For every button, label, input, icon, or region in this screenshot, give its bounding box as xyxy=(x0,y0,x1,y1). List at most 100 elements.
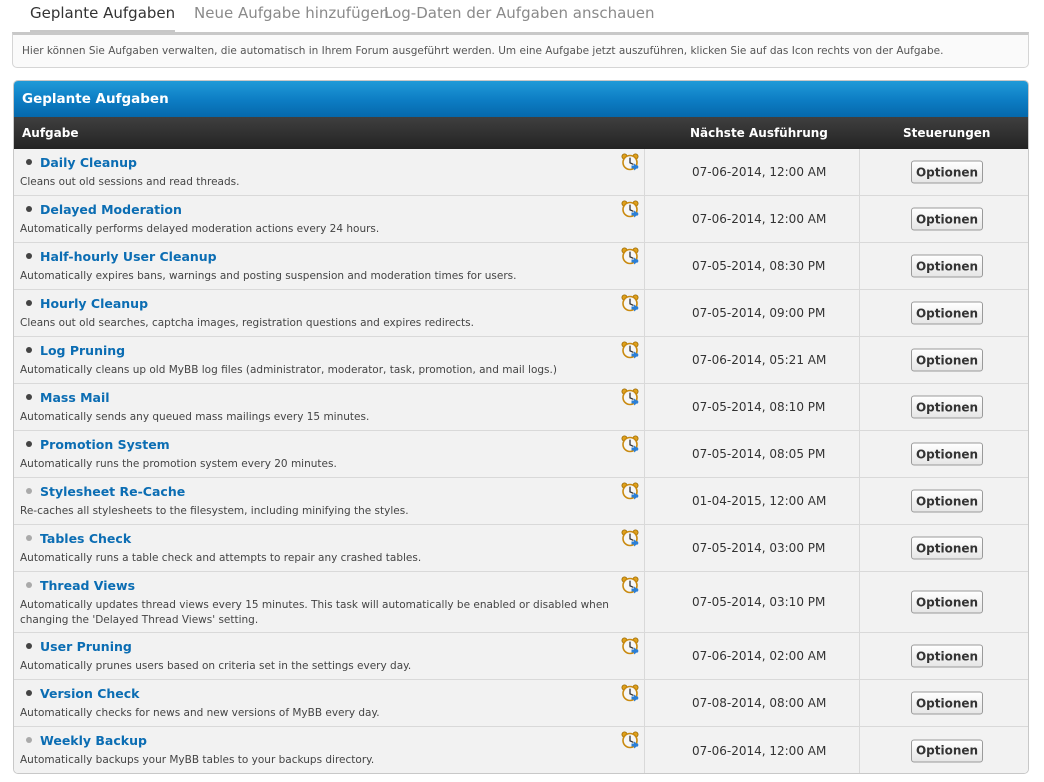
table-header: Aufgabe Nächste Ausführung Steuerungen xyxy=(14,117,1028,149)
task-cell: Stylesheet Re-Cache Re-caches all stylesh… xyxy=(14,478,645,524)
task-name-link[interactable]: Log Pruning xyxy=(40,343,125,358)
task-name-link[interactable]: Stylesheet Re-Cache xyxy=(40,484,185,499)
task-row: Half-hourly User Cleanup Automatically ex… xyxy=(14,243,1028,290)
task-name-link[interactable]: Tables Check xyxy=(40,531,131,546)
task-description: Automatically sends any queued mass mail… xyxy=(20,411,370,423)
options-button[interactable]: Optionen xyxy=(911,590,983,614)
controls-cell: Optionen xyxy=(861,384,1028,430)
next-run-date: 07-06-2014, 05:21 AM xyxy=(692,353,827,367)
controls-cell: Optionen xyxy=(861,633,1028,679)
task-row: Delayed Moderation Automatically performs… xyxy=(14,196,1028,243)
next-run-date: 07-05-2014, 03:10 PM xyxy=(692,595,826,609)
run-task-now-icon[interactable] xyxy=(621,731,639,749)
task-description: Automatically runs a table check and att… xyxy=(20,552,422,564)
controls-cell: Optionen xyxy=(861,680,1028,726)
task-row: Log Pruning Automatically cleans up old M… xyxy=(14,337,1028,384)
task-name-link[interactable]: Thread Views xyxy=(40,578,135,593)
options-button[interactable]: Optionen xyxy=(911,442,983,466)
run-task-now-icon[interactable] xyxy=(621,637,639,655)
task-description: Automatically backups your MyBB tables t… xyxy=(20,754,375,766)
panel-title: Geplante Aufgaben xyxy=(14,81,1028,117)
next-run-date: 07-05-2014, 03:00 PM xyxy=(692,541,826,555)
info-text: Hier können Sie Aufgaben verwalten, die … xyxy=(22,45,944,57)
task-name-link[interactable]: Daily Cleanup xyxy=(40,155,137,170)
options-button[interactable]: Optionen xyxy=(911,739,983,762)
controls-cell: Optionen xyxy=(861,525,1028,571)
options-button[interactable]: Optionen xyxy=(911,301,983,325)
options-button[interactable]: Optionen xyxy=(911,691,983,715)
info-box: Hier können Sie Aufgaben verwalten, die … xyxy=(12,32,1029,68)
task-name-link[interactable]: Promotion System xyxy=(40,437,170,452)
next-run-cell: 01-04-2015, 12:00 AM xyxy=(646,478,860,524)
options-button[interactable]: Optionen xyxy=(911,348,983,372)
run-task-now-icon[interactable] xyxy=(621,153,639,171)
next-run-date: 01-04-2015, 12:00 AM xyxy=(692,494,827,508)
tab-scheduled-tasks[interactable]: Geplante Aufgaben xyxy=(30,4,176,33)
task-description: Automatically runs the promotion system … xyxy=(20,458,337,470)
next-run-cell: 07-06-2014, 12:00 AM xyxy=(646,196,860,242)
controls-cell: Optionen xyxy=(861,478,1028,524)
status-bullet-icon xyxy=(26,737,32,743)
task-cell: Promotion System Automatically runs the p… xyxy=(14,431,645,477)
options-button[interactable]: Optionen xyxy=(911,254,983,278)
task-row: Tables Check Automatically runs a table c… xyxy=(14,525,1028,572)
controls-cell: Optionen xyxy=(861,290,1028,336)
task-name-link[interactable]: Version Check xyxy=(40,686,139,701)
task-name-link[interactable]: Weekly Backup xyxy=(40,733,147,748)
task-description: Automatically prunes users based on crit… xyxy=(20,660,412,672)
options-button[interactable]: Optionen xyxy=(911,160,983,184)
next-run-date: 07-05-2014, 09:00 PM xyxy=(692,306,826,320)
task-row: Weekly Backup Automatically backups your … xyxy=(14,727,1028,773)
next-run-cell: 07-06-2014, 02:00 AM xyxy=(646,633,860,679)
task-row: Stylesheet Re-Cache Re-caches all stylesh… xyxy=(14,478,1028,525)
options-button[interactable]: Optionen xyxy=(911,536,983,560)
status-bullet-icon xyxy=(26,582,32,588)
task-cell: User Pruning Automatically prunes users b… xyxy=(14,633,645,679)
controls-cell: Optionen xyxy=(861,243,1028,289)
options-button[interactable]: Optionen xyxy=(911,489,983,513)
status-bullet-icon xyxy=(26,394,32,400)
options-button[interactable]: Optionen xyxy=(911,395,983,419)
column-header-controls: Steuerungen xyxy=(903,126,991,140)
next-run-cell: 07-05-2014, 08:30 PM xyxy=(646,243,860,289)
status-bullet-icon xyxy=(26,206,32,212)
task-cell: Thread Views Automatically updates thread… xyxy=(14,572,645,632)
task-row: User Pruning Automatically prunes users b… xyxy=(14,633,1028,680)
status-bullet-icon xyxy=(26,300,32,306)
run-task-now-icon[interactable] xyxy=(621,294,639,312)
options-button[interactable]: Optionen xyxy=(911,644,983,668)
task-description: Automatically expires bans, warnings and… xyxy=(20,270,517,282)
tab-add-new-task[interactable]: Neue Aufgabe hinzufügen xyxy=(194,4,389,22)
task-name-link[interactable]: Delayed Moderation xyxy=(40,202,182,217)
run-task-now-icon[interactable] xyxy=(621,529,639,547)
task-name-link[interactable]: Hourly Cleanup xyxy=(40,296,148,311)
run-task-now-icon[interactable] xyxy=(621,435,639,453)
run-task-now-icon[interactable] xyxy=(621,200,639,218)
status-bullet-icon xyxy=(26,347,32,353)
next-run-date: 07-06-2014, 02:00 AM xyxy=(692,649,827,663)
task-cell: Half-hourly User Cleanup Automatically ex… xyxy=(14,243,645,289)
next-run-cell: 07-05-2014, 08:10 PM xyxy=(646,384,860,430)
task-cell: Weekly Backup Automatically backups your … xyxy=(14,727,645,773)
run-task-now-icon[interactable] xyxy=(621,341,639,359)
task-row: Promotion System Automatically runs the p… xyxy=(14,431,1028,478)
task-name-link[interactable]: Half-hourly User Cleanup xyxy=(40,249,217,264)
next-run-date: 07-06-2014, 12:00 AM xyxy=(692,743,827,758)
task-description: Cleans out old searches, captcha images,… xyxy=(20,317,474,329)
run-task-now-icon[interactable] xyxy=(621,576,639,594)
tab-bar: Geplante Aufgaben Neue Aufgabe hinzufüge… xyxy=(14,0,1028,33)
status-bullet-icon xyxy=(26,690,32,696)
run-task-now-icon[interactable] xyxy=(621,388,639,406)
next-run-cell: 07-05-2014, 09:00 PM xyxy=(646,290,860,336)
run-task-now-icon[interactable] xyxy=(621,482,639,500)
task-name-link[interactable]: User Pruning xyxy=(40,639,132,654)
task-name-link[interactable]: Mass Mail xyxy=(40,390,110,405)
run-task-now-icon[interactable] xyxy=(621,247,639,265)
next-run-cell: 07-06-2014, 12:00 AM xyxy=(646,149,860,195)
run-task-now-icon[interactable] xyxy=(621,684,639,702)
tab-view-task-logs[interactable]: Log-Daten der Aufgaben anschauen xyxy=(384,4,655,22)
options-button[interactable]: Optionen xyxy=(911,207,983,231)
status-bullet-icon xyxy=(26,159,32,165)
task-description: Cleans out old sessions and read threads… xyxy=(20,176,240,188)
next-run-date: 07-05-2014, 08:10 PM xyxy=(692,400,826,414)
